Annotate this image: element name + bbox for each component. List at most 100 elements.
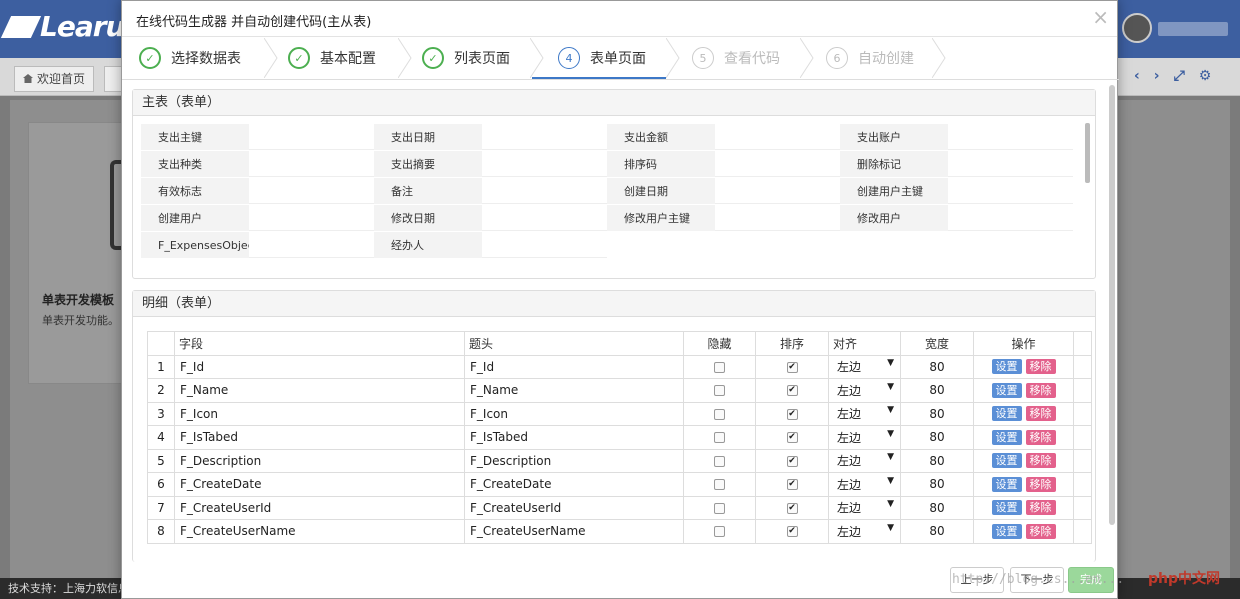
align-select[interactable]: 左边 ▼ xyxy=(834,499,900,516)
step-select-table[interactable]: ✓ 选择数据表 xyxy=(139,38,241,78)
set-button[interactable]: 设置 xyxy=(991,523,1022,539)
form-input[interactable] xyxy=(482,124,607,150)
avatar[interactable] xyxy=(1122,13,1152,43)
hidden-checkbox[interactable] xyxy=(714,526,725,538)
width-cell[interactable]: 80 xyxy=(900,448,974,473)
form-input[interactable] xyxy=(482,205,607,231)
form-input[interactable] xyxy=(948,205,1073,231)
header-cell[interactable]: F_IsTabed xyxy=(464,425,684,450)
header-cell[interactable]: F_Id xyxy=(464,354,684,379)
width-cell[interactable]: 80 xyxy=(900,519,974,544)
set-button[interactable]: 设置 xyxy=(991,406,1022,422)
remove-button[interactable]: 移除 xyxy=(1025,382,1056,398)
align-select[interactable]: 左边 ▼ xyxy=(834,358,900,375)
set-button[interactable]: 设置 xyxy=(991,453,1022,469)
table-row[interactable]: 7 F_CreateUserId F_CreateUserId ✔ 左边 ▼ 80 设置 移除 xyxy=(147,495,1092,520)
align-select[interactable]: 左边 ▼ xyxy=(834,382,900,399)
form-input[interactable] xyxy=(715,151,840,177)
fullscreen-icon[interactable]: ⤢ xyxy=(1174,68,1185,84)
header-cell[interactable]: F_Icon xyxy=(464,401,684,426)
form-input[interactable] xyxy=(482,178,607,204)
form-input[interactable] xyxy=(715,124,840,150)
next-tab-icon[interactable]: › xyxy=(1154,68,1160,84)
prev-tab-icon[interactable]: ‹ xyxy=(1134,68,1140,84)
main-form-scrollbar[interactable] xyxy=(1085,123,1090,183)
form-input[interactable] xyxy=(249,232,374,258)
remove-button[interactable]: 移除 xyxy=(1025,406,1056,422)
hidden-checkbox[interactable] xyxy=(714,385,725,397)
sort-checkbox[interactable]: ✔ xyxy=(786,455,798,467)
table-row[interactable]: 5 F_Description F_Description ✔ 左边 ▼ 80 设置 移除 xyxy=(147,448,1092,473)
sort-checkbox[interactable]: ✔ xyxy=(786,502,798,514)
header-cell[interactable]: F_Description xyxy=(464,448,684,473)
form-input[interactable] xyxy=(715,178,840,204)
width-cell[interactable]: 80 xyxy=(900,425,974,450)
tab-second[interactable] xyxy=(104,66,122,92)
align-select[interactable]: 左边 ▼ xyxy=(834,452,900,469)
header-cell[interactable]: F_CreateUserName xyxy=(464,519,684,544)
form-input[interactable] xyxy=(482,151,607,177)
form-input[interactable] xyxy=(948,151,1073,177)
set-button[interactable]: 设置 xyxy=(991,429,1022,445)
remove-button[interactable]: 移除 xyxy=(1025,523,1056,539)
remove-button[interactable]: 移除 xyxy=(1025,500,1056,516)
remove-button[interactable]: 移除 xyxy=(1025,359,1056,375)
step-list-page[interactable]: ✓ 列表页面 xyxy=(422,38,510,78)
remove-button[interactable]: 移除 xyxy=(1025,453,1056,469)
header-cell[interactable]: F_CreateDate xyxy=(464,472,684,497)
table-row[interactable]: 4 F_IsTabed F_IsTabed ✔ 左边 ▼ 80 设置 移除 xyxy=(147,425,1092,450)
step-label: 表单页面 xyxy=(590,51,646,67)
table-row[interactable]: 3 F_Icon F_Icon ✔ 左边 ▼ 80 设置 移除 xyxy=(147,401,1092,426)
hidden-checkbox[interactable] xyxy=(714,502,725,514)
table-row[interactable]: 8 F_CreateUserName F_CreateUserName ✔ 左边 ▼ 80 设… xyxy=(147,519,1092,544)
form-input[interactable] xyxy=(249,124,374,150)
align-select[interactable]: 左边 ▼ xyxy=(834,523,900,540)
remove-button[interactable]: 移除 xyxy=(1025,476,1056,492)
sort-checkbox[interactable]: ✔ xyxy=(786,385,798,397)
width-cell[interactable]: 80 xyxy=(900,378,974,403)
field-cell: F_CreateUserName xyxy=(174,519,465,544)
form-input[interactable] xyxy=(249,151,374,177)
hidden-checkbox[interactable] xyxy=(714,361,725,373)
table-row[interactable]: 2 F_Name F_Name ✔ 左边 ▼ 80 设置 移除 xyxy=(147,378,1092,403)
form-input[interactable] xyxy=(948,178,1073,204)
width-cell[interactable]: 80 xyxy=(900,354,974,379)
form-input[interactable] xyxy=(948,124,1073,150)
hidden-checkbox[interactable] xyxy=(714,455,725,467)
table-row[interactable]: 1 F_Id F_Id ✔ 左边 ▼ 80 设置 移除 xyxy=(147,354,1092,379)
form-input[interactable] xyxy=(249,205,374,231)
set-button[interactable]: 设置 xyxy=(991,382,1022,398)
hidden-checkbox[interactable] xyxy=(714,479,725,491)
form-input[interactable] xyxy=(715,205,840,231)
header-cell[interactable]: F_Name xyxy=(464,378,684,403)
align-select[interactable]: 左边 ▼ xyxy=(834,405,900,422)
sort-checkbox[interactable]: ✔ xyxy=(786,526,798,538)
step-form-page[interactable]: 4 表单页面 xyxy=(558,38,646,78)
set-button[interactable]: 设置 xyxy=(991,359,1022,375)
set-button[interactable]: 设置 xyxy=(991,476,1022,492)
sort-checkbox[interactable]: ✔ xyxy=(786,479,798,491)
align-select[interactable]: 左边 ▼ xyxy=(834,429,900,446)
form-input[interactable] xyxy=(482,232,607,258)
sort-checkbox[interactable]: ✔ xyxy=(786,432,798,444)
sort-checkbox[interactable]: ✔ xyxy=(786,361,798,373)
width-cell[interactable]: 80 xyxy=(900,401,974,426)
dialog-scrollbar[interactable] xyxy=(1109,85,1115,525)
set-button[interactable]: 设置 xyxy=(991,500,1022,516)
header-cell[interactable]: F_CreateUserId xyxy=(464,495,684,520)
hidden-checkbox[interactable] xyxy=(714,408,725,420)
tab-home[interactable]: 欢迎首页 xyxy=(14,66,95,92)
hidden-cell xyxy=(683,401,756,426)
remove-button[interactable]: 移除 xyxy=(1025,429,1056,445)
table-row[interactable]: 6 F_CreateDate F_CreateDate ✔ 左边 ▼ 80 设置 移除 xyxy=(147,472,1092,497)
close-icon[interactable]: × xyxy=(1092,7,1109,27)
align-select[interactable]: 左边 ▼ xyxy=(834,476,900,493)
width-cell[interactable]: 80 xyxy=(900,495,974,520)
hidden-checkbox[interactable] xyxy=(714,432,725,444)
form-input[interactable] xyxy=(249,178,374,204)
width-cell[interactable]: 80 xyxy=(900,472,974,497)
sort-checkbox[interactable]: ✔ xyxy=(786,408,798,420)
align-value: 左边 xyxy=(837,360,862,375)
gear-icon[interactable]: ⚙ xyxy=(1199,68,1212,84)
step-basic-config[interactable]: ✓ 基本配置 xyxy=(288,38,376,78)
